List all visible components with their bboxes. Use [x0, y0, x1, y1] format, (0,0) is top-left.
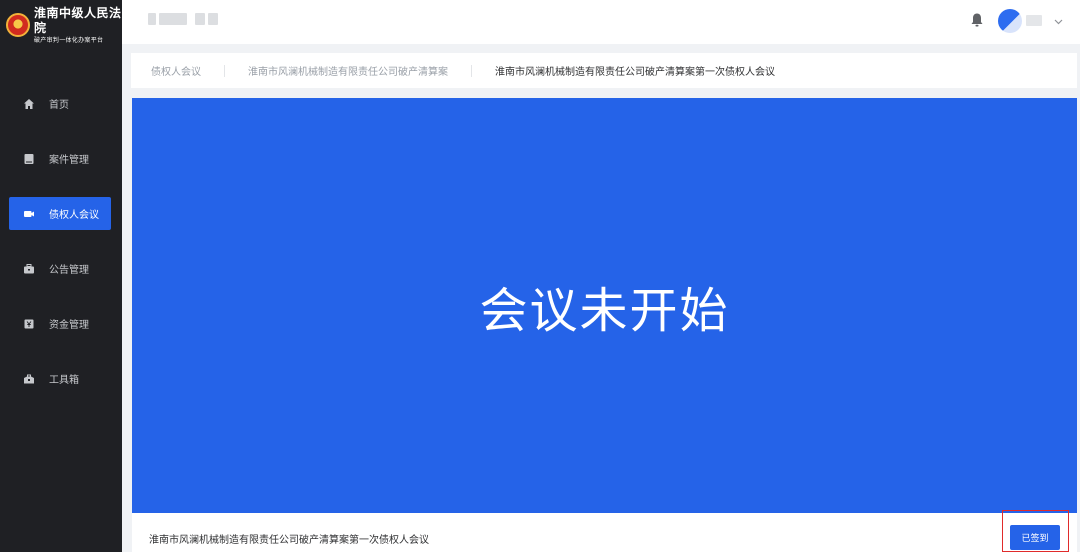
sidebar-item-toolbox[interactable]: 工具箱 [9, 362, 111, 395]
sidebar-item-label: 案件管理 [49, 155, 89, 166]
breadcrumb-divider [471, 64, 472, 77]
court-logo[interactable]: 淮南中级人民法院 破产审判一体化办案平台 [0, 0, 122, 50]
sidebar: 淮南中级人民法院 破产审判一体化办案平台 首页 案件管理 债权人会议 公告管理 … [0, 0, 122, 552]
breadcrumb-item-meetings[interactable]: 债权人会议 [151, 63, 201, 78]
platform-name: 破产审判一体化办案平台 [34, 36, 104, 44]
chevron-down-icon[interactable] [1053, 16, 1064, 27]
breadcrumb-divider [224, 64, 225, 77]
signed-in-button[interactable]: 已签到 [1010, 525, 1060, 550]
video-camera-icon [23, 208, 35, 220]
blurred-username [1026, 15, 1042, 26]
breadcrumb-item-case[interactable]: 淮南市风澜机械制造有限责任公司破产清算案 [248, 63, 448, 78]
bell-icon[interactable] [970, 12, 984, 28]
sidebar-item-announcements[interactable]: 公告管理 [9, 252, 111, 285]
top-header [122, 0, 1080, 44]
sidebar-item-creditor-meeting[interactable]: 债权人会议 [9, 197, 111, 230]
meeting-video-area: 会议未开始 [132, 98, 1077, 513]
folder-icon [23, 153, 35, 165]
briefcase-icon [23, 263, 35, 275]
toolbox-icon [23, 373, 35, 385]
meeting-info-bar: 淮南市风澜机械制造有限责任公司破产清算案第一次债权人会议 [132, 513, 1077, 552]
avatar[interactable] [998, 9, 1022, 33]
home-icon [23, 98, 35, 110]
sidebar-item-home[interactable]: 首页 [9, 87, 111, 120]
sidebar-item-label: 公告管理 [49, 265, 89, 276]
breadcrumb: 债权人会议 淮南市风澜机械制造有限责任公司破产清算案 淮南市风澜机械制造有限责任… [131, 53, 1077, 88]
meeting-status-text: 会议未开始 [479, 282, 730, 339]
meeting-title: 淮南市风澜机械制造有限责任公司破产清算案第一次债权人会议 [149, 535, 429, 546]
sidebar-item-label: 债权人会议 [49, 210, 99, 221]
sidebar-item-funds[interactable]: 资金管理 [9, 307, 111, 340]
court-name: 淮南中级人民法院 [34, 5, 122, 35]
breadcrumb-item-current: 淮南市风澜机械制造有限责任公司破产清算案第一次债权人会议 [495, 67, 775, 78]
money-icon [23, 318, 35, 330]
sidebar-item-label: 首页 [49, 100, 69, 111]
sidebar-item-label: 工具箱 [49, 375, 79, 386]
blurred-account-info [148, 13, 218, 25]
sidebar-item-cases[interactable]: 案件管理 [9, 142, 111, 175]
sidebar-item-label: 资金管理 [49, 320, 89, 331]
court-emblem-icon [6, 13, 30, 37]
